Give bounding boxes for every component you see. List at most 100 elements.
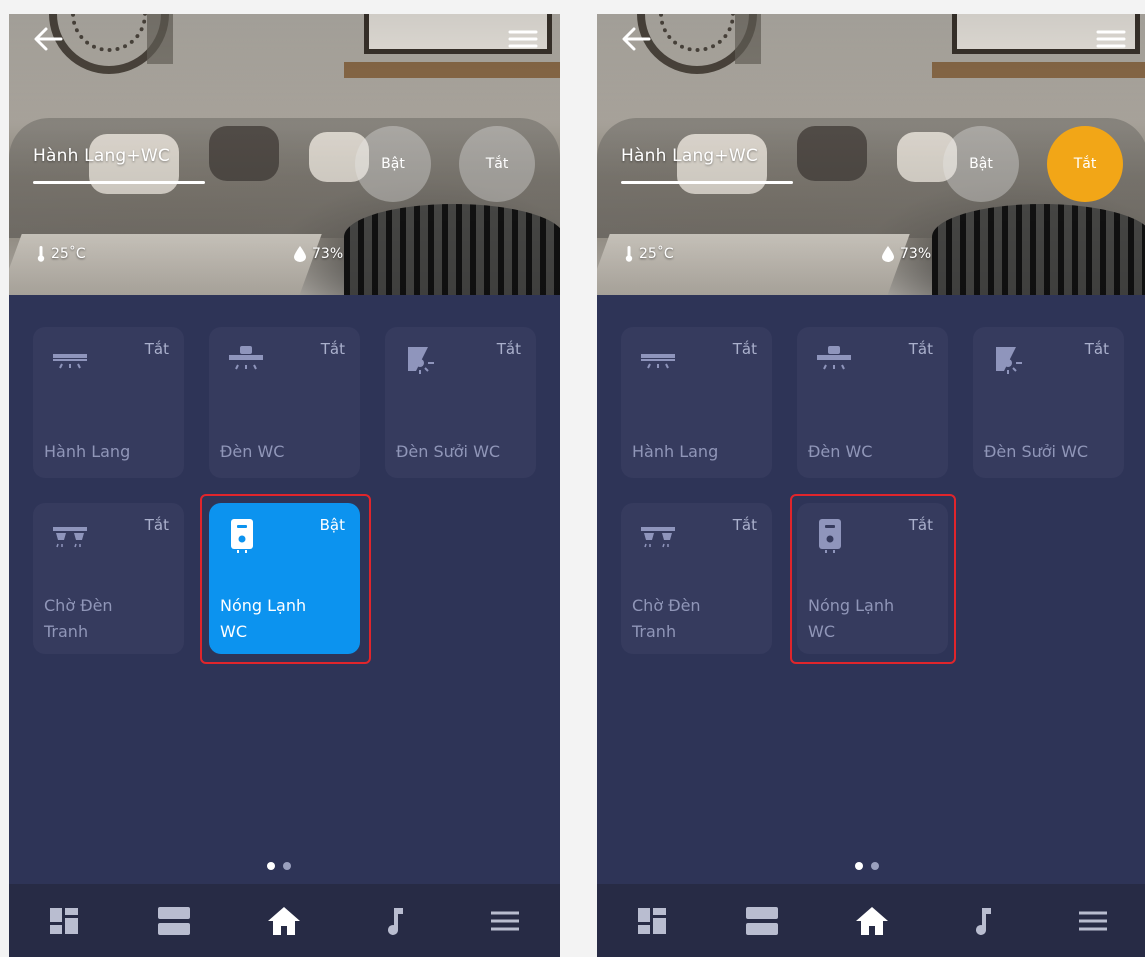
nav-dashboard[interactable] (632, 901, 672, 941)
temperature-readout: 25˚C (625, 246, 674, 262)
picture-light-icon (53, 527, 87, 548)
device-name-line1: Nóng Lạnh (220, 596, 307, 615)
title-underline (621, 181, 793, 184)
menu-button[interactable] (506, 24, 540, 54)
back-button[interactable] (31, 24, 65, 54)
page-indicator (267, 862, 291, 870)
nav-dashboard[interactable] (44, 901, 84, 941)
device-tile-hanh-lang[interactable]: Tắt Hành Lang (33, 327, 184, 478)
device-tile-nong-lanh-wc[interactable]: Bật Nóng Lạnh WC (209, 503, 360, 654)
scene-on-button[interactable]: Bật (943, 126, 1019, 202)
device-state: Tắt (1084, 340, 1109, 358)
pendant-lamp-icon (817, 346, 851, 370)
scene-off-button[interactable]: Tắt (1047, 126, 1123, 202)
device-tile-den-wc[interactable]: Tắt Đèn WC (797, 327, 948, 478)
device-name-line1: Nóng Lạnh (808, 596, 895, 615)
nav-music[interactable] (375, 901, 415, 941)
device-name: Chờ Đèn Tranh (632, 593, 701, 645)
arrow-left-icon (34, 27, 63, 51)
bottom-navbar (9, 884, 560, 957)
menu-icon (1078, 911, 1107, 930)
device-name: Nóng Lạnh WC (220, 593, 306, 645)
scene-on-label: Bật (381, 156, 405, 172)
scene-on-label: Bật (969, 156, 993, 172)
device-state: Tắt (732, 340, 757, 358)
temperature-value: 25˚C (51, 246, 86, 262)
room-title: Hành Lang+WC (621, 146, 758, 166)
music-icon (975, 907, 991, 935)
scene-on-button[interactable]: Bật (355, 126, 431, 202)
device-tile-cho-den-tranh[interactable]: Tắt Chờ Đèn Tranh (621, 503, 772, 654)
water-drop-icon (294, 246, 306, 262)
page-dot-active[interactable] (855, 862, 863, 870)
device-name: Đèn Sưởi WC (396, 442, 501, 461)
device-state: Tắt (908, 516, 933, 534)
ceiling-light-icon (53, 354, 87, 369)
rooms-icon (158, 906, 191, 935)
page-dot[interactable] (871, 862, 879, 870)
hamburger-icon (1096, 30, 1126, 48)
device-name: Đèn Sưởi WC (984, 442, 1089, 461)
rooms-icon (746, 906, 779, 935)
dashboard-icon (638, 907, 667, 934)
nav-rooms[interactable] (742, 901, 782, 941)
menu-button[interactable] (1094, 24, 1128, 54)
water-heater-icon (819, 519, 841, 553)
pendant-lamp-icon (229, 346, 263, 370)
humidity-value: 73% (312, 246, 344, 262)
nav-music[interactable] (963, 901, 1003, 941)
page-dot-active[interactable] (267, 862, 275, 870)
device-tile-hanh-lang[interactable]: Tắt Hành Lang (621, 327, 772, 478)
ceiling-light-icon (641, 354, 675, 369)
device-tile-nong-lanh-wc[interactable]: Tắt Nóng Lạnh WC (797, 503, 948, 654)
nav-rooms[interactable] (154, 901, 194, 941)
nav-home[interactable] (852, 901, 892, 941)
device-state: Tắt (144, 516, 169, 534)
water-heater-icon (231, 519, 253, 553)
thermometer-icon (37, 246, 45, 262)
temperature-value: 25˚C (639, 246, 674, 262)
humidity-readout: 73% (882, 246, 931, 262)
home-icon (856, 906, 889, 935)
device-tile-den-wc[interactable]: Tắt Đèn WC (209, 327, 360, 478)
heater-lamp-icon (408, 347, 434, 374)
scene-off-button[interactable]: Tắt (459, 126, 535, 202)
device-state: Tắt (732, 516, 757, 534)
device-name: Hành Lang (44, 442, 131, 461)
device-name: Đèn WC (808, 442, 873, 461)
humidity-readout: 73% (294, 246, 343, 262)
device-name: Hành Lang (632, 442, 719, 461)
nav-menu[interactable] (485, 901, 525, 941)
device-name: Chờ Đèn Tranh (44, 593, 113, 645)
hamburger-icon (508, 30, 538, 48)
bottom-navbar (597, 884, 1145, 957)
thermometer-icon (625, 246, 633, 262)
device-tile-den-suoi-wc[interactable]: Tắt Đèn Sưởi WC (973, 327, 1124, 478)
heater-lamp-icon (996, 347, 1022, 374)
scene-off-label: Tắt (485, 156, 509, 172)
device-name-line2: WC (220, 622, 247, 641)
temperature-readout: 25˚C (37, 246, 86, 262)
menu-icon (490, 911, 519, 930)
home-icon (268, 906, 301, 935)
device-name: Nóng Lạnh WC (808, 593, 894, 645)
device-tile-cho-den-tranh[interactable]: Tắt Chờ Đèn Tranh (33, 503, 184, 654)
phone-screen-after: Hành Lang+WC Bật Tắt 25˚C 73% Tắt Hành L… (597, 14, 1145, 957)
device-name-line2: Tranh (632, 622, 677, 641)
device-tile-den-suoi-wc[interactable]: Tắt Đèn Sưởi WC (385, 327, 536, 478)
phone-screen-before: Hành Lang+WC Bật Tắt 25˚C 73% Tắt Hành L… (9, 14, 560, 957)
nav-menu[interactable] (1073, 901, 1113, 941)
device-name: Đèn WC (220, 442, 285, 461)
device-state: Tắt (320, 340, 345, 358)
back-button[interactable] (619, 24, 653, 54)
humidity-value: 73% (900, 246, 932, 262)
device-state: Bật (319, 516, 345, 534)
music-icon (387, 907, 403, 935)
device-name-line2: Tranh (44, 622, 89, 641)
title-underline (33, 181, 205, 184)
nav-home[interactable] (264, 901, 304, 941)
water-drop-icon (882, 246, 894, 262)
device-name-line1: Chờ Đèn (44, 596, 113, 615)
device-name-line1: Chờ Đèn (632, 596, 701, 615)
page-dot[interactable] (283, 862, 291, 870)
